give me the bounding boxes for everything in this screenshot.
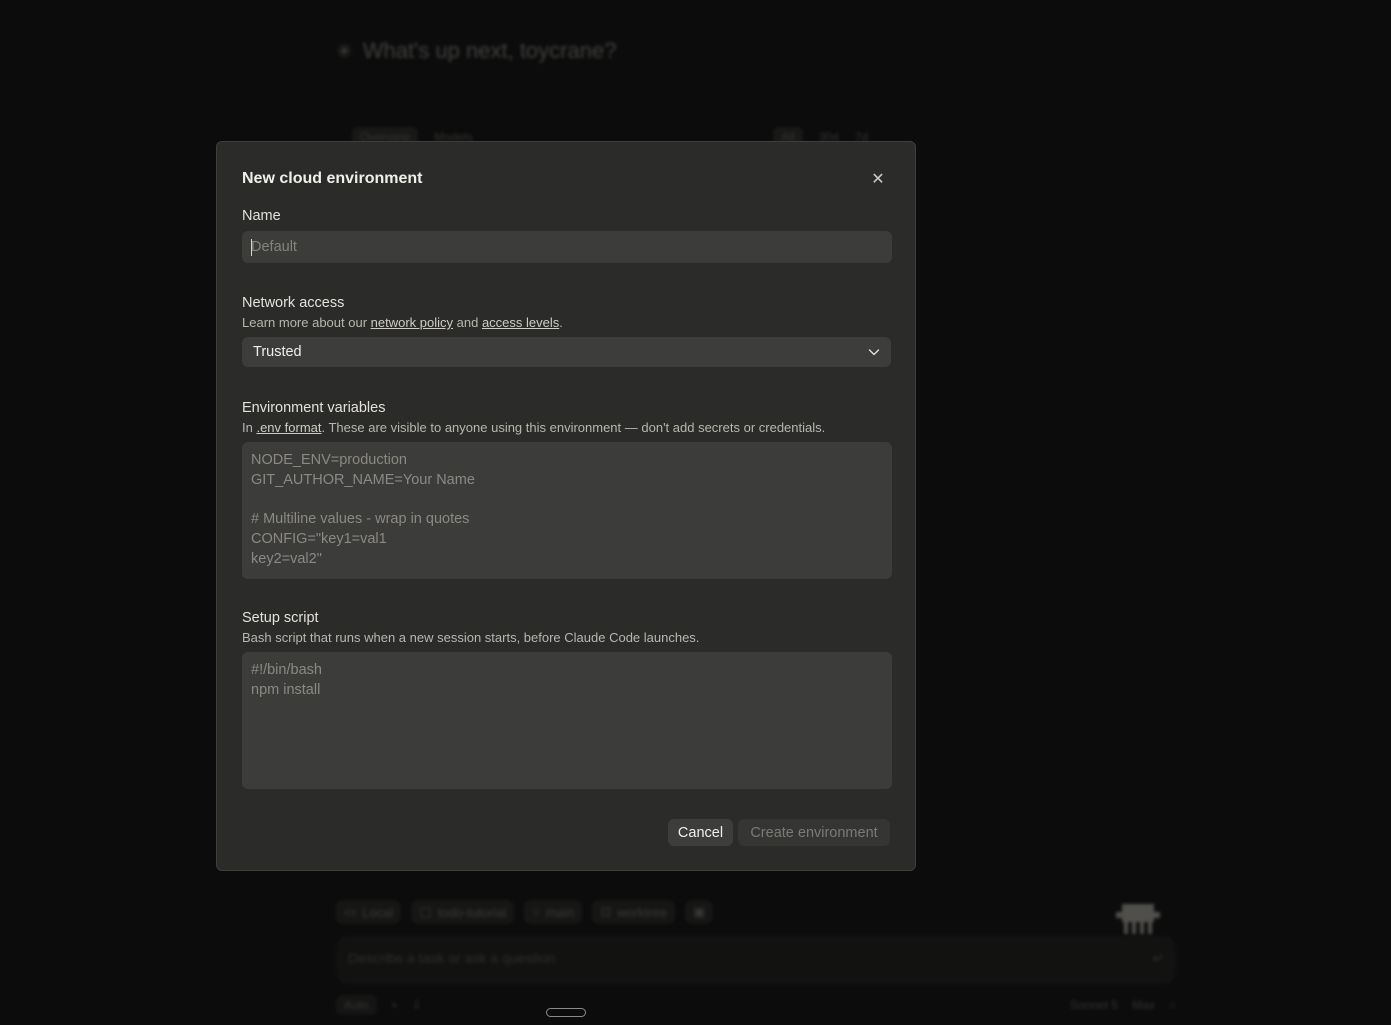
mascot-icon — [1116, 904, 1160, 934]
network-access-description: Learn more about our network policy and … — [242, 315, 563, 330]
cancel-button[interactable]: Cancel — [668, 819, 733, 846]
network-access-select[interactable]: Trusted — [242, 337, 891, 367]
folder-icon: ▢ — [419, 904, 432, 919]
name-input[interactable] — [242, 231, 892, 263]
desc-text: . — [559, 315, 563, 330]
access-levels-link[interactable]: access levels — [482, 315, 559, 330]
close-icon: ✕ — [871, 171, 885, 188]
chip-label: Local — [362, 904, 394, 920]
create-environment-button[interactable]: Create environment — [738, 819, 890, 846]
chip-worktree[interactable]: ⊡ worktree — [592, 900, 676, 924]
setup-script-textarea[interactable] — [242, 652, 892, 789]
status-circle-icon: ○ — [1168, 998, 1176, 1012]
chip-local[interactable]: ▭ Local — [336, 900, 402, 924]
attach-button[interactable]: ⇩ — [412, 998, 422, 1012]
chip-label: todo-tutorial — [437, 904, 507, 920]
prompt-footer: Auto + ⇩ Sonnet 5 Max ○ — [336, 994, 1176, 1016]
model-selector[interactable]: Sonnet 5 — [1070, 998, 1118, 1012]
env-vars-description: In .env format. These are visible to any… — [242, 420, 825, 435]
network-access-label: Network access — [242, 295, 345, 311]
chip-window[interactable]: ▣ — [685, 900, 714, 924]
sparkle-icon: ✳ — [336, 40, 353, 63]
network-policy-link[interactable]: network policy — [371, 315, 453, 330]
desc-text: and — [453, 315, 482, 330]
chevron-down-icon — [868, 349, 880, 356]
env-vars-label: Environment variables — [242, 400, 386, 416]
add-button[interactable]: + — [391, 998, 398, 1012]
greeting-header: ✳ What's up next, toycrane? — [336, 38, 616, 64]
dialog-title: New cloud environment — [242, 170, 423, 187]
chip-label: main — [546, 904, 575, 920]
send-icon[interactable]: ↵ — [1152, 950, 1164, 970]
branch-icon: ⑂ — [532, 904, 541, 920]
close-button[interactable]: ✕ — [867, 168, 889, 190]
env-vars-textarea[interactable] — [242, 442, 892, 579]
desc-text: . These are visible to anyone using this… — [321, 420, 826, 435]
desc-text: In — [242, 420, 257, 435]
env-format-link[interactable]: .env format — [256, 420, 321, 435]
new-environment-dialog: New cloud environment ✕ Name Network acc… — [216, 141, 916, 871]
prompt-placeholder: Describe a task or ask a question — [348, 950, 555, 966]
context-chips: ▭ Local ▢ todo-tutorial ⑂ main ⊡ worktre… — [336, 900, 714, 924]
home-indicator — [546, 1008, 586, 1017]
greeting-text: What's up next, toycrane? — [362, 38, 617, 63]
effort-selector[interactable]: Max — [1132, 998, 1155, 1012]
chip-branch[interactable]: ⑂ main — [524, 900, 583, 924]
worktree-icon: ⊡ — [600, 904, 612, 919]
setup-script-label: Setup script — [242, 610, 319, 626]
setup-script-description: Bash script that runs when a new session… — [242, 630, 700, 645]
prompt-input[interactable]: Describe a task or ask a question ↵ — [336, 936, 1176, 984]
monitor-icon: ▭ — [344, 904, 357, 919]
name-label: Name — [242, 208, 281, 224]
selected-value: Trusted — [253, 344, 302, 360]
text-caret — [251, 239, 252, 256]
chip-label: worktree — [617, 904, 668, 920]
mode-button[interactable]: Auto — [336, 995, 377, 1015]
chip-repo[interactable]: ▢ todo-tutorial — [411, 900, 515, 924]
window-icon: ▣ — [693, 904, 706, 919]
desc-text: Learn more about our — [242, 315, 371, 330]
